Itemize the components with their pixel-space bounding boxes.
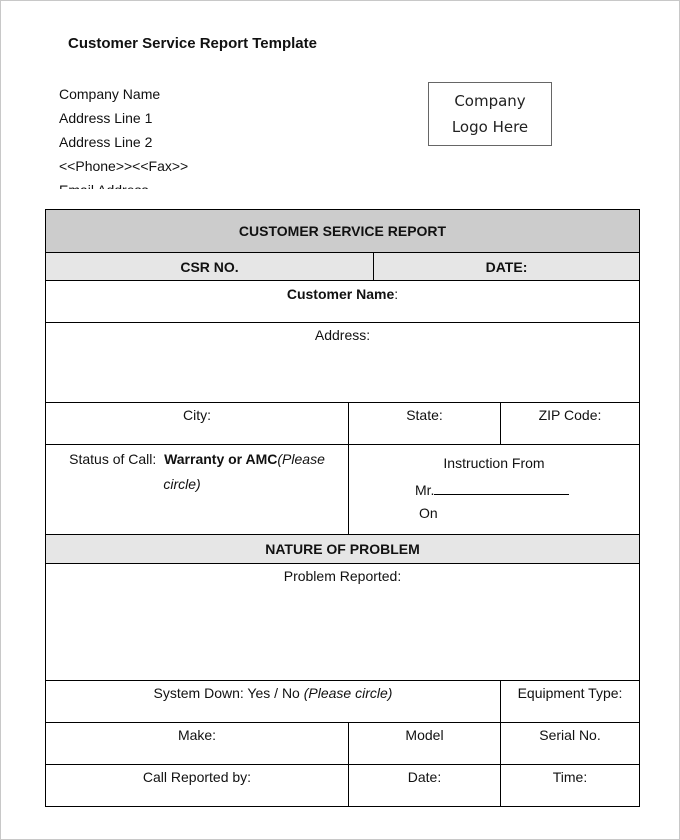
model-label: Model — [405, 727, 444, 743]
serial-no-label: Serial No. — [539, 727, 601, 743]
equipment-type-field[interactable]: Equipment Type: — [500, 680, 640, 723]
service-report-form: CUSTOMER SERVICE REPORT CSR NO. DATE: Cu… — [45, 209, 640, 807]
report-header-label: CUSTOMER SERVICE REPORT — [238, 223, 447, 239]
instruction-mr-blank[interactable] — [434, 480, 570, 495]
make-field[interactable]: Make: — [45, 722, 349, 765]
problem-reported-label: Problem Reported: — [283, 568, 402, 584]
date-field[interactable]: DATE: — [373, 252, 640, 281]
status-note-part1: (Please — [277, 451, 325, 467]
status-note-part2: circle) — [163, 476, 201, 492]
phone-fax: <<Phone>><<Fax>> — [59, 158, 189, 174]
system-down-note: (Please circle) — [303, 685, 393, 701]
status-of-call-field[interactable]: Status of Call: Warranty or AMC(Please c… — [45, 444, 349, 535]
city-field[interactable]: City: — [45, 402, 349, 445]
call-reported-by-label: Call Reported by: — [142, 769, 252, 785]
csr-no-label: CSR NO. — [180, 258, 239, 275]
company-info: Company Name Address Line 1 Address Line… — [59, 82, 359, 189]
address-line-2: Address Line 2 — [59, 134, 153, 150]
serial-no-field[interactable]: Serial No. — [500, 722, 640, 765]
state-field[interactable]: State: — [348, 402, 501, 445]
address-line-1: Address Line 1 — [59, 110, 153, 126]
call-date-field[interactable]: Date: — [348, 764, 501, 807]
company-name: Company Name — [59, 86, 161, 102]
nature-of-problem-label: NATURE OF PROBLEM — [265, 541, 420, 557]
zip-code-field[interactable]: ZIP Code: — [500, 402, 640, 445]
csr-no-field[interactable]: CSR NO. — [45, 252, 374, 281]
state-label: State: — [406, 407, 443, 423]
email-address: Email Address — [59, 178, 359, 189]
make-label: Make: — [177, 727, 217, 743]
customer-name-label: Customer Name — [286, 286, 395, 302]
system-down-field[interactable]: System Down: Yes / No (Please circle) — [45, 680, 501, 723]
call-time-label: Time: — [552, 769, 588, 785]
call-time-field[interactable]: Time: — [500, 764, 640, 807]
instruction-from-label: Instruction From — [443, 455, 545, 471]
instruction-from-field[interactable]: Instruction From Mr. On — [348, 444, 640, 535]
system-down-label: System Down: Yes / No — [153, 685, 300, 701]
date-label: DATE: — [485, 258, 528, 275]
logo-text-line1: Company — [454, 92, 526, 110]
status-of-call-options: Warranty or AMC — [164, 451, 278, 467]
problem-reported-field[interactable]: Problem Reported: — [45, 563, 640, 681]
city-label: City: — [183, 407, 211, 423]
report-header: CUSTOMER SERVICE REPORT — [45, 209, 640, 253]
address-label: Address: — [314, 327, 371, 343]
instruction-mr-label: Mr. — [415, 482, 435, 498]
company-logo-placeholder: Company Logo Here — [428, 82, 552, 146]
customer-name-colon: : — [394, 286, 399, 302]
zip-code-label: ZIP Code: — [538, 407, 602, 423]
status-of-call-label: Status of Call: — [69, 451, 157, 467]
call-reported-by-field[interactable]: Call Reported by: — [45, 764, 349, 807]
logo-text-line2: Logo Here — [451, 118, 529, 136]
call-date-label: Date: — [407, 769, 442, 785]
nature-of-problem-header: NATURE OF PROBLEM — [45, 534, 640, 564]
customer-name-field[interactable]: Customer Name: — [45, 280, 640, 323]
equipment-type-label: Equipment Type: — [517, 685, 623, 701]
document-title: Customer Service Report Template — [68, 35, 317, 52]
model-field[interactable]: Model — [348, 722, 501, 765]
instruction-on-label: On — [419, 505, 438, 521]
address-field[interactable]: Address: — [45, 322, 640, 403]
